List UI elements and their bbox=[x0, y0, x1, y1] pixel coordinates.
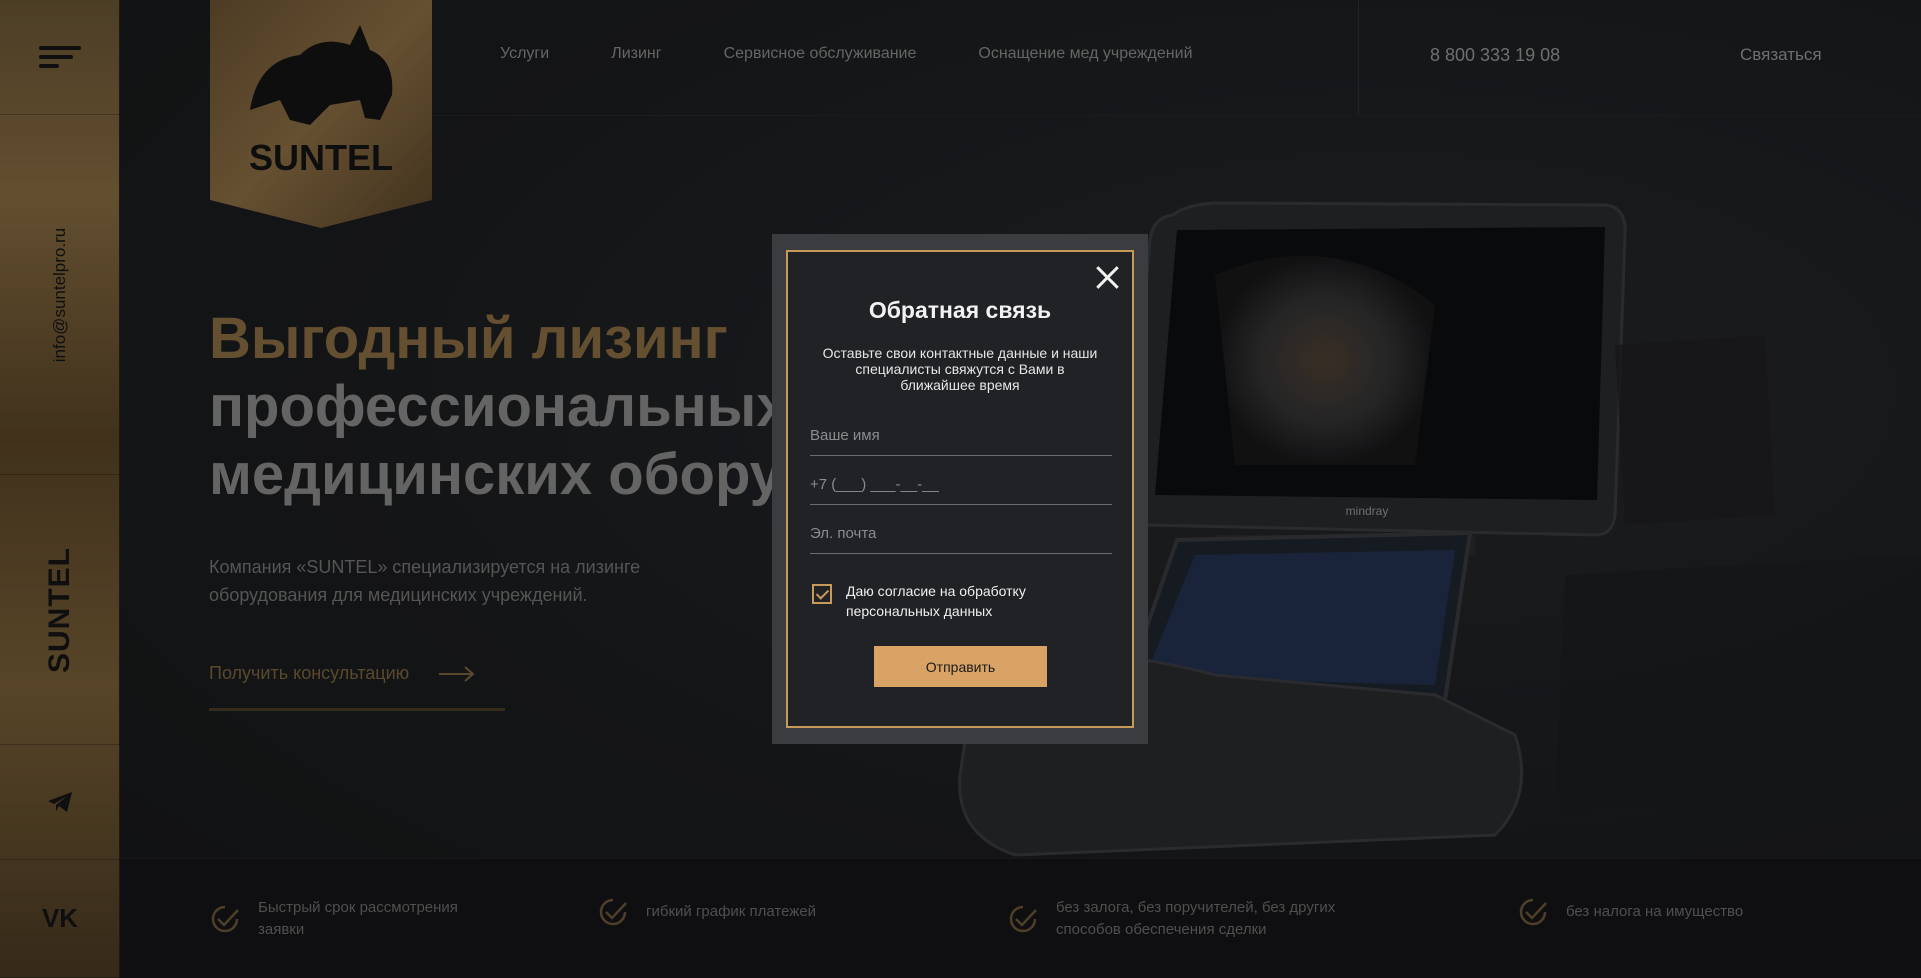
feedback-modal: Обратная связь Оставьте свои контактные … bbox=[786, 250, 1134, 728]
phone-input[interactable] bbox=[810, 465, 1112, 503]
modal-subtitle: Оставьте свои контактные данные и наши с… bbox=[822, 345, 1098, 393]
modal-title: Обратная связь bbox=[868, 297, 1052, 323]
close-icon[interactable] bbox=[1094, 264, 1120, 290]
consent-row: Даю согласие на обработку персональных д… bbox=[812, 581, 1066, 621]
consent-label: Даю согласие на обработку персональных д… bbox=[846, 583, 1026, 619]
consent-checkbox[interactable] bbox=[812, 584, 832, 604]
phone-field bbox=[810, 465, 1112, 505]
email-field bbox=[810, 514, 1112, 554]
name-input[interactable] bbox=[810, 416, 1112, 454]
submit-button[interactable]: Отправить bbox=[874, 646, 1047, 687]
email-input[interactable] bbox=[810, 514, 1112, 552]
name-field bbox=[810, 416, 1112, 456]
